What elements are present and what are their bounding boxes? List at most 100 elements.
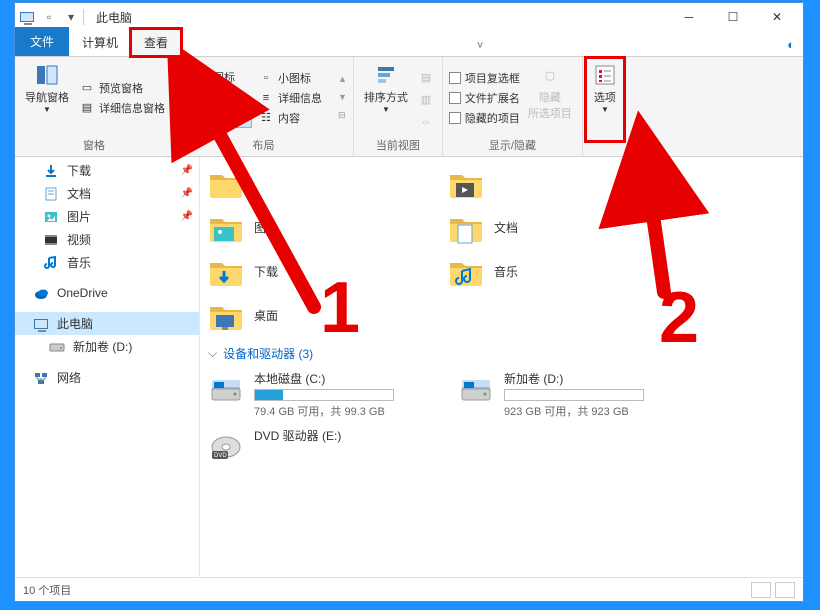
pin-icon: 📌 [181, 188, 193, 199]
minimize-button[interactable]: ─ [667, 3, 711, 31]
checkbox-file-ext[interactable]: 文件扩展名 [449, 89, 520, 107]
sidebar-item-新加卷 (D:)[interactable]: 新加卷 (D:) [15, 335, 199, 358]
sidebar-item-下载[interactable]: 下载📌 [15, 159, 199, 182]
layout-content-button[interactable]: ☷内容 [256, 109, 334, 127]
pin-icon: 📌 [181, 211, 193, 222]
details-pane-icon: ▤ [79, 100, 95, 116]
group-label-show-hide: 显示/隐藏 [449, 134, 576, 156]
hide-icon: ▢ [538, 63, 562, 87]
qat-dropdown-icon[interactable]: ▾ [63, 9, 79, 25]
drive-usage-bar [504, 389, 644, 401]
group-layout: ▦中图标 ☰列表 ▭平铺 ▫小图标 ≡详细信息 ☷内容 ▲ ▼ ⊟ 布局 [174, 57, 354, 156]
network-icon [33, 370, 49, 386]
layout-scroll-up-icon[interactable]: ▲ [338, 74, 347, 84]
titlebar: ▫ ▾ 此电脑 ─ ☐ ✕ [15, 3, 803, 31]
sidebar-item-网络[interactable]: 网络 [15, 366, 199, 389]
sort-icon [374, 63, 398, 87]
window-title: 此电脑 [96, 9, 132, 26]
group-by-button[interactable]: ▤ [416, 69, 436, 87]
folder-icon [448, 209, 484, 245]
main-content[interactable]: 图片文档下载音乐桌面⌵设备和驱动器 (3)本地磁盘 (C:)79.4 GB 可用… [200, 157, 803, 577]
folder-icon [208, 253, 244, 289]
document-icon [43, 186, 59, 202]
folder-item-音乐[interactable]: 音乐 [442, 249, 682, 293]
group-current-view: 排序方式 ▼ ▤ ▥ ⇔ 当前视图 [354, 57, 443, 156]
size-columns-button[interactable]: ⇔ [416, 113, 436, 131]
properties-icon[interactable]: ▫ [41, 9, 57, 25]
group-label-current-view: 当前视图 [360, 134, 436, 156]
music-icon [43, 255, 59, 271]
folder-item-桌面[interactable]: 桌面 [202, 293, 442, 337]
add-columns-button[interactable]: ▥ [416, 91, 436, 109]
sidebar-item-视频[interactable]: 视频 [15, 228, 199, 251]
folder-icon [208, 209, 244, 245]
download-icon [43, 163, 59, 179]
layout-expand-icon[interactable]: ⊟ [338, 110, 347, 121]
checkbox-hidden-items[interactable]: 隐藏的项目 [449, 109, 520, 127]
sidebar-item-此电脑[interactable]: 此电脑 [15, 312, 199, 335]
nav-pane-button[interactable]: 导航窗格 ▼ [21, 61, 73, 134]
view-mode-icons [751, 582, 795, 598]
sidebar-item-音乐[interactable]: 音乐 [15, 251, 199, 274]
layout-small-button[interactable]: ▫小图标 [256, 69, 334, 87]
layout-list-button[interactable]: ☰列表 [180, 88, 252, 106]
statusbar: 10 个项目 [15, 577, 803, 601]
tab-view[interactable]: 查看 [131, 29, 181, 56]
drive-icon: DVD [208, 427, 244, 463]
sidebar-item-图片[interactable]: 图片📌 [15, 205, 199, 228]
details-pane-button[interactable]: ▤ 详细信息窗格 [77, 99, 167, 117]
devices-section-header[interactable]: ⌵设备和驱动器 (3) [202, 337, 801, 366]
hide-selected-button[interactable]: ▢ 隐藏 所选项目 [524, 61, 576, 134]
drive-icon [458, 370, 494, 406]
options-button[interactable]: 选项 ▼ [589, 61, 621, 138]
sidebar-item-文档[interactable]: 文档📌 [15, 182, 199, 205]
close-button[interactable]: ✕ [755, 3, 799, 31]
ribbon-tabs: 文件 计算机 查看 ˅ ◐ [15, 31, 803, 57]
preview-pane-button[interactable]: ▭ 预览窗格 [77, 79, 167, 97]
layout-scroll-down-icon[interactable]: ▼ [338, 92, 347, 102]
options-icon [593, 63, 617, 87]
help-icon[interactable]: ◐ [779, 33, 803, 56]
tab-computer[interactable]: 计算机 [69, 29, 131, 56]
folder-item-unnamed[interactable] [202, 161, 442, 205]
checkbox-item-check[interactable]: 项目复选框 [449, 69, 520, 87]
sort-button[interactable]: 排序方式 ▼ [360, 61, 412, 134]
folder-icon [448, 165, 484, 201]
pc-icon [19, 9, 35, 25]
group-show-hide: 项目复选框 文件扩展名 隐藏的项目 ▢ 隐藏 所选项目 显示/隐藏 [443, 57, 583, 156]
layout-details-button[interactable]: ≡详细信息 [256, 89, 334, 107]
pc-icon [33, 316, 49, 332]
pin-icon: 📌 [181, 165, 193, 176]
group-label-layout: 布局 [180, 134, 347, 156]
folder-item-下载[interactable]: 下载 [202, 249, 442, 293]
group-options: 选项 ▼ [583, 57, 627, 156]
folder-item-图片[interactable]: 图片 [202, 205, 442, 249]
folder-icon [208, 165, 244, 201]
sidebar-item-OneDrive[interactable]: OneDrive [15, 282, 199, 304]
drive-icon [49, 339, 65, 355]
layout-tile-button[interactable]: ▭平铺 [180, 108, 252, 128]
large-icons-view-icon[interactable] [775, 582, 795, 598]
drive-item-新加卷 (D:)[interactable]: 新加卷 (D:)923 GB 可用，共 923 GB [452, 366, 702, 423]
separator [83, 9, 84, 25]
folder-item-文档[interactable]: 文档 [442, 205, 682, 249]
video-icon [43, 232, 59, 248]
navigation-sidebar[interactable]: 下载📌文档📌图片📌视频音乐 OneDrive 此电脑新加卷 (D:) 网络 [15, 157, 200, 577]
folder-item-unnamed[interactable] [442, 161, 682, 205]
layout-medium-button[interactable]: ▦中图标 [180, 68, 252, 86]
maximize-button[interactable]: ☐ [711, 3, 755, 31]
drive-usage-bar [254, 389, 394, 401]
group-label-options [589, 138, 621, 156]
drive-item-本地磁盘 (C:)[interactable]: 本地磁盘 (C:)79.4 GB 可用，共 99.3 GB [202, 366, 452, 423]
group-panes: 导航窗格 ▼ ▭ 预览窗格 ▤ 详细信息窗格 窗格 [15, 57, 174, 156]
drive-icon [208, 370, 244, 406]
minimize-ribbon-icon[interactable]: ˅ [471, 36, 489, 56]
drive-item-DVD 驱动器 (E:)[interactable]: DVDDVD 驱动器 (E:) [202, 423, 452, 467]
nav-pane-icon [35, 63, 59, 87]
ribbon: 导航窗格 ▼ ▭ 预览窗格 ▤ 详细信息窗格 窗格 [15, 57, 803, 157]
group-label-panes: 窗格 [21, 134, 167, 156]
quick-access-toolbar: ▫ ▾ [19, 9, 79, 25]
tab-file[interactable]: 文件 [15, 27, 69, 56]
preview-pane-icon: ▭ [79, 80, 95, 96]
details-view-icon[interactable] [751, 582, 771, 598]
